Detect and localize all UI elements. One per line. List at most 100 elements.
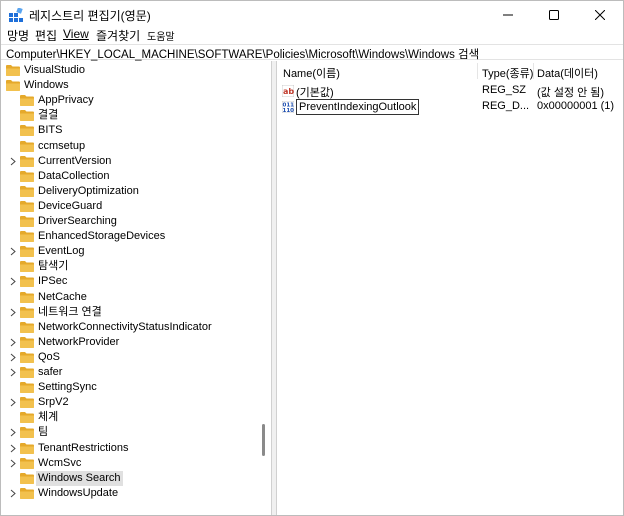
folder-icon xyxy=(20,412,34,424)
value-row[interactable]: ab (기본값) REG_SZ (값 설정 안 됨) xyxy=(277,83,623,99)
close-icon xyxy=(595,10,605,20)
value-name: (기본값) xyxy=(296,87,334,99)
value-name-rename-input[interactable]: PreventIndexingOutlook xyxy=(296,99,420,115)
tree-item[interactable]: SettingSync xyxy=(2,380,258,395)
tree-item-label: 탐색기 xyxy=(38,260,69,273)
tree-item-label: WcmSvc xyxy=(38,456,82,469)
folder-icon xyxy=(20,170,34,182)
values-list[interactable]: Name(이름) Type(종류) Data(데이터) ab (기본값) REG… xyxy=(276,61,624,515)
chevron-right-icon[interactable] xyxy=(9,338,17,347)
folder-icon xyxy=(20,200,34,212)
chevron-right-icon[interactable] xyxy=(9,247,17,256)
tree-item[interactable]: WcmSvc xyxy=(2,456,258,471)
chevron-right-icon[interactable] xyxy=(9,353,17,362)
tree-item[interactable]: WindowsUpdate xyxy=(2,486,258,501)
key-tree[interactable]: VisualStudio Windows AppPrivacy 결결 BITS ccmse… xyxy=(2,61,272,515)
address-bar[interactable]: Computer\HKEY_LOCAL_MACHINE\SOFTWARE\Pol… xyxy=(1,44,623,62)
tree-item[interactable]: 탐색기 xyxy=(2,259,258,274)
tree-item[interactable]: DataCollection xyxy=(2,169,258,184)
tree-item[interactable]: DeliveryOptimization xyxy=(2,184,258,199)
value-row[interactable]: 011 110 PreventIndexingOutlook REG_D... … xyxy=(277,99,623,115)
chevron-right-icon[interactable] xyxy=(9,157,17,166)
menu-help[interactable]: 도움말 xyxy=(147,28,175,43)
tree-item[interactable]: EnhancedStorageDevices xyxy=(2,229,258,244)
tree-item-label: NetworkConnectivityStatusIndicator xyxy=(38,320,212,333)
chevron-right-icon[interactable] xyxy=(9,489,17,498)
folder-icon xyxy=(20,321,34,333)
column-separator[interactable] xyxy=(533,63,534,79)
maximize-button[interactable] xyxy=(531,1,577,29)
tree-item[interactable]: TenantRestrictions xyxy=(2,441,258,456)
tree-item[interactable]: VisualStudio xyxy=(2,63,258,78)
tree-item[interactable]: EventLog xyxy=(2,244,258,259)
tree-item[interactable]: 체계 xyxy=(2,410,258,425)
value-type: REG_D... xyxy=(482,100,530,112)
chevron-right-icon[interactable] xyxy=(9,398,17,407)
tree-item-label: QoS xyxy=(38,350,61,363)
tree-item[interactable]: NetworkConnectivityStatusIndicator xyxy=(2,320,258,335)
tree-item[interactable]: QoS xyxy=(2,350,258,365)
menu-bar: 망명 편집 View 즐겨찾기 도움말 xyxy=(1,26,623,44)
column-header-type[interactable]: Type(종류) xyxy=(482,65,533,81)
tree-item-label: TenantRestrictions xyxy=(38,441,129,454)
title-bar[interactable]: 레지스트리 편집기(영문) xyxy=(1,1,623,29)
tree-item-label: Windows Search xyxy=(36,470,123,486)
chevron-right-icon[interactable] xyxy=(9,368,17,377)
chevron-right-icon[interactable] xyxy=(9,459,17,468)
tree-item-label: BITS xyxy=(38,124,63,137)
chevron-right-icon[interactable] xyxy=(9,428,17,437)
tree-item[interactable]: IPSec xyxy=(2,274,258,289)
chevron-right-icon[interactable] xyxy=(9,444,17,453)
tree-item[interactable]: DeviceGuard xyxy=(2,199,258,214)
tree-item-label: SrpV2 xyxy=(38,396,69,409)
column-separator[interactable] xyxy=(477,63,478,79)
tree-item[interactable]: ccmsetup xyxy=(2,139,258,154)
tree-item-label: NetworkProvider xyxy=(38,335,120,348)
registry-editor-icon xyxy=(9,8,23,22)
chevron-right-icon[interactable] xyxy=(9,308,17,317)
folder-icon xyxy=(6,65,20,76)
menu-file[interactable]: 망명 xyxy=(7,27,29,44)
folder-icon xyxy=(20,382,34,394)
svg-text:ab: ab xyxy=(283,87,294,96)
value-type: REG_SZ xyxy=(482,84,527,96)
address-path[interactable]: Computer\HKEY_LOCAL_MACHINE\SOFTWARE\Pol… xyxy=(6,46,479,62)
folder-icon xyxy=(20,110,34,122)
tree-item-label: SettingSync xyxy=(38,381,97,394)
folder-icon xyxy=(20,155,34,167)
tree-item[interactable]: SrpV2 xyxy=(2,395,258,410)
folder-icon xyxy=(20,427,34,439)
value-data: (값 설정 안 됨) xyxy=(537,87,605,99)
tree-item[interactable]: safer xyxy=(2,365,258,380)
menu-view[interactable]: View xyxy=(63,27,89,41)
tree-item[interactable]: 네트워크 연결 xyxy=(2,305,258,320)
tree-item-label: DriverSearching xyxy=(38,215,117,227)
tree-item-label: VisualStudio xyxy=(24,64,85,76)
folder-icon xyxy=(20,125,34,137)
tree-item-label: 팀 xyxy=(38,426,49,439)
tree-item-label: EventLog xyxy=(38,245,85,258)
tree-item-label: DeliveryOptimization xyxy=(38,184,139,197)
tree-item[interactable]: Windows xyxy=(2,78,258,93)
folder-icon xyxy=(20,231,34,243)
tree-item[interactable]: BITS xyxy=(2,123,258,138)
menu-favorites[interactable]: 즐겨찾기 xyxy=(96,27,140,44)
tree-item[interactable]: AppPrivacy xyxy=(2,93,258,108)
menu-edit[interactable]: 편집 xyxy=(35,27,57,44)
tree-item[interactable]: 팀 xyxy=(2,425,258,440)
column-header-data[interactable]: Data(데이터) xyxy=(537,65,598,81)
tree-item[interactable]: Windows Search xyxy=(2,470,258,486)
tree-item[interactable]: NetCache xyxy=(2,290,258,305)
tree-item[interactable]: CurrentVersion xyxy=(2,154,258,169)
tree-item[interactable]: DriverSearching xyxy=(2,214,258,229)
folder-icon xyxy=(20,367,34,378)
tree-item[interactable]: NetworkProvider xyxy=(2,335,258,350)
minimize-button[interactable] xyxy=(485,1,531,29)
chevron-right-icon[interactable] xyxy=(9,277,17,286)
column-header-name[interactable]: Name(이름) xyxy=(283,65,340,81)
tree-scrollbar-thumb[interactable] xyxy=(262,424,265,456)
folder-icon xyxy=(20,246,34,258)
tree-item-label: 체계 xyxy=(38,411,59,424)
tree-item[interactable]: 결결 xyxy=(2,108,258,123)
close-button[interactable] xyxy=(577,1,623,29)
